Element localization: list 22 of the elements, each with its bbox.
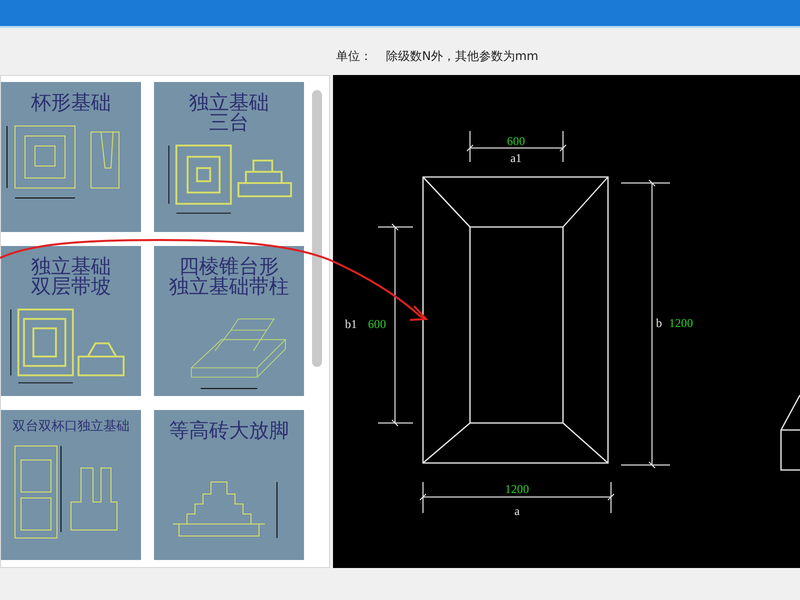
dimension-value: 600 xyxy=(507,134,525,148)
dimension-value: 600 xyxy=(368,317,386,331)
template-title: 独立基础 双层带坡 xyxy=(31,256,111,296)
template-title: 杯形基础 xyxy=(31,92,111,112)
dimension-value: 1200 xyxy=(505,482,529,496)
template-tile[interactable]: 四棱锥台形 独立基础带柱 xyxy=(154,246,304,396)
dimension-label: a1 xyxy=(510,151,522,165)
dimension-label: b1 xyxy=(345,317,357,331)
template-title: 双台双杯口独立基础 xyxy=(12,420,130,434)
unit-label: 单位： xyxy=(336,48,372,65)
template-tile[interactable]: 独立基础 双层带坡 xyxy=(1,246,141,396)
template-tile[interactable]: 等高砖大放脚 xyxy=(154,410,304,560)
template-title: 独立基础 三台 xyxy=(189,92,269,132)
template-tile[interactable]: 独立基础 三台 xyxy=(154,82,304,232)
unit-note: 除级数N外，其他参数为mm xyxy=(386,48,538,65)
dimension-value: 1200 xyxy=(669,316,693,330)
template-title: 四棱锥台形 独立基础带柱 xyxy=(169,256,289,296)
dimension-label: a xyxy=(514,504,520,518)
template-tile[interactable]: 杯形基础 xyxy=(1,82,141,232)
template-title: 等高砖大放脚 xyxy=(169,420,289,440)
dimension-label: b xyxy=(656,316,662,330)
template-tile[interactable]: 双台双杯口独立基础 xyxy=(1,410,141,560)
